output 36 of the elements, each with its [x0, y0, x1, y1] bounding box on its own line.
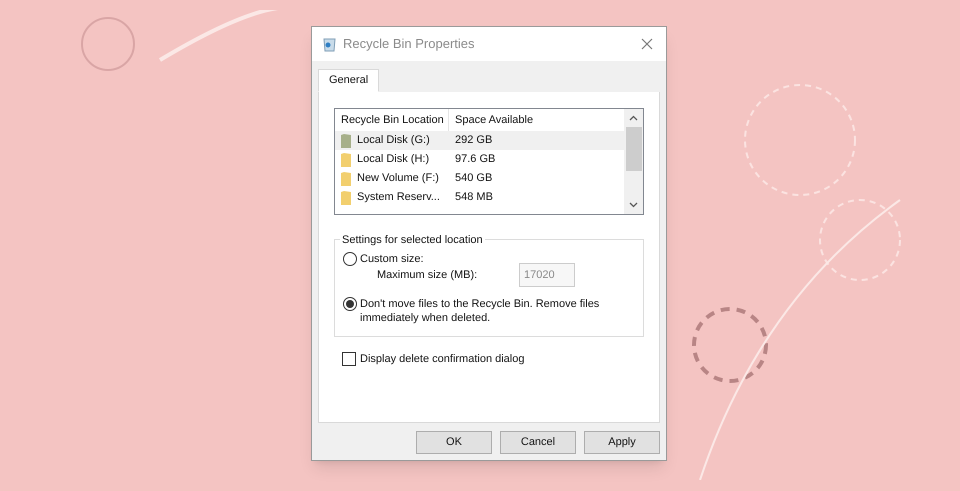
dialog-button[interactable]: OK: [416, 431, 492, 454]
radio-label: Custom size:: [360, 252, 424, 266]
table-cell-text: Local Disk (G:): [357, 133, 430, 148]
checkbox[interactable]: [342, 352, 356, 366]
list-row[interactable]: System Reserv... 548 MB: [335, 188, 624, 207]
folder-icon: [341, 190, 351, 204]
dialog-button[interactable]: Cancel: [500, 431, 576, 454]
radio-label: Don't move files to the Recycle Bin. Remove files immediately when deleted.: [360, 297, 600, 325]
field-label: Maximum size (MB):: [377, 268, 478, 283]
scrollbar-thumb[interactable]: [626, 127, 642, 171]
dialog-button[interactable]: Apply: [584, 431, 660, 454]
folder-icon: [341, 152, 351, 166]
column-header[interactable]: Space Available: [449, 109, 540, 131]
close-icon[interactable]: [641, 38, 653, 50]
scrollbar[interactable]: [624, 109, 643, 214]
list-row[interactable]: Local Disk (G:) 292 GB: [335, 131, 624, 150]
scroll-up-icon[interactable]: [629, 115, 638, 121]
window-title: Recycle Bin Properties: [343, 35, 474, 54]
recycle-bin-icon: [322, 36, 337, 52]
folder-icon: [341, 172, 351, 186]
radio-button[interactable]: [343, 297, 357, 311]
table-cell-text: Local Disk (H:): [357, 152, 430, 168]
table-cell-text: 292 GB: [454, 133, 492, 148]
folder-icon: [341, 134, 351, 148]
table-cell-text: System Reserv...: [357, 190, 440, 206]
group-title: Settings for selected location: [340, 232, 485, 248]
table-cell-text: 97.6 GB: [454, 152, 496, 168]
checkbox-label: Display delete confirmation dialog: [360, 352, 524, 367]
radio-button[interactable]: [343, 252, 357, 266]
table-cell-text: New Volume (F:): [357, 171, 439, 186]
list-row[interactable]: Local Disk (H:) 97.6 GB: [335, 150, 624, 169]
list-row[interactable]: New Volume (F:) 540 GB: [335, 169, 624, 188]
table-cell-text: 548 MB: [454, 190, 493, 206]
tab[interactable]: General: [318, 69, 380, 92]
scroll-down-icon[interactable]: [629, 202, 638, 208]
table-cell-text: 540 GB: [454, 171, 492, 186]
